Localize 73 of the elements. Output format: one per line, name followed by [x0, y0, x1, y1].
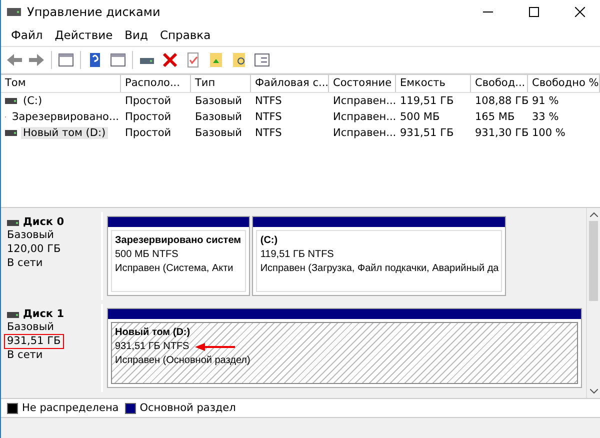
table-cell[interactable]: Новый том (D:) [21, 127, 108, 139]
app-icon [7, 6, 21, 18]
table-cell: Исправен... [333, 111, 396, 123]
disk-status: В сети [7, 349, 44, 362]
disk-name: Диск 1 [23, 308, 64, 321]
column-header[interactable]: Емкость [396, 75, 471, 92]
menu-item[interactable]: Справка [154, 28, 217, 42]
table-cell: Простой [125, 111, 172, 123]
forward-arrow-icon[interactable] [28, 51, 46, 69]
legend-label: Не распределена [22, 402, 119, 414]
disk-capacity: 931,51 ГБ [4, 334, 64, 349]
table-cell: 165 МБ [475, 111, 515, 123]
partition-name: Зарезервировано систем [115, 234, 242, 248]
column-header[interactable]: Состояние [329, 75, 396, 92]
table-cell: NTFS [255, 111, 282, 123]
column-header[interactable]: Свобод... [471, 75, 528, 92]
column-header[interactable]: Файловая с... [251, 75, 329, 92]
table-cell: Исправен... [333, 95, 396, 107]
partition-block[interactable]: Зарезервировано систем 500 МБ NTFS Исправен (Система, Акти [107, 216, 250, 296]
partition-status: Исправен (Загрузка, Файл подкачки, Аварийный да [260, 262, 499, 276]
partition-block[interactable]: (C:) 119,51 ГБ NTFS Исправен (Загрузка, Файл подкачки, Аварийный да [252, 216, 506, 296]
table-cell: 100 % [532, 127, 566, 139]
table-cell: 33 % [532, 111, 559, 123]
scroll-up-icon[interactable] [590, 212, 598, 217]
window-title: Управление дисками [27, 5, 162, 19]
partition-name: (C:) [260, 234, 278, 248]
panel-icon[interactable] [57, 51, 75, 69]
table-cell: Базовый [195, 127, 242, 139]
table-cell: NTFS [255, 127, 282, 139]
disk-capacity: 120,00 ГБ [6, 242, 62, 257]
back-arrow-icon[interactable] [5, 51, 23, 69]
table-cell: 500 МБ [400, 111, 440, 123]
disk-status: В сети [7, 257, 44, 270]
close-icon[interactable] [575, 7, 585, 17]
table-cell: 931,30 ГБ [475, 127, 529, 139]
table-cell: Простой [125, 95, 172, 107]
table-cell: 108,88 ГБ [475, 95, 529, 107]
menu-item[interactable]: Вид [118, 28, 154, 42]
partition-status: Исправен (Основной раздел) [115, 354, 250, 368]
partition-size: 500 МБ NTFS [115, 248, 178, 262]
folder-search-icon[interactable] [230, 51, 248, 69]
disk-type: Базовый [7, 229, 55, 242]
table-cell: Базовый [195, 111, 242, 123]
partition-block[interactable]: Новый том (D:) 931,51 ГБ NTFS Исправен (Основной раздел) [107, 308, 582, 388]
table-cell: Исправен... [333, 127, 396, 139]
partition-size: 119,51 ГБ NTFS [260, 248, 334, 262]
table-cell[interactable]: Зарезервировано... [10, 111, 121, 123]
folder-icon[interactable] [207, 51, 225, 69]
table-cell: 931,51 ГБ [400, 127, 454, 139]
table-cell: NTFS [255, 95, 282, 107]
menu-item[interactable]: Действие [48, 28, 119, 42]
table-cell: 91 % [532, 95, 559, 107]
list-icon[interactable] [253, 51, 271, 69]
table-cell[interactable]: (C:) [21, 95, 44, 107]
column-header[interactable]: Располо... [121, 75, 191, 92]
partition-status: Исправен (Система, Акти [115, 262, 234, 276]
partition-size: 931,51 ГБ NTFS [115, 340, 190, 354]
delete-icon[interactable] [161, 51, 179, 69]
column-header[interactable]: Том [1, 75, 121, 92]
scroll-down-icon[interactable] [590, 389, 598, 394]
column-header[interactable]: Свободно % [528, 75, 600, 92]
panel-icon[interactable] [109, 51, 127, 69]
menu-item[interactable]: Файл [5, 28, 49, 42]
scrollbar[interactable] [586, 208, 600, 398]
disk-type: Базовый [7, 321, 55, 334]
table-cell: Базовый [195, 95, 242, 107]
column-header[interactable]: Тип [191, 75, 251, 92]
legend-label: Основной раздел [140, 402, 236, 414]
disk-name: Диск 0 [23, 216, 64, 229]
maximize-icon[interactable] [529, 7, 539, 17]
partition-name: Новый том (D:) [115, 326, 190, 340]
table-cell: Простой [125, 127, 172, 139]
table-cell: 119,51 ГБ [400, 95, 454, 107]
